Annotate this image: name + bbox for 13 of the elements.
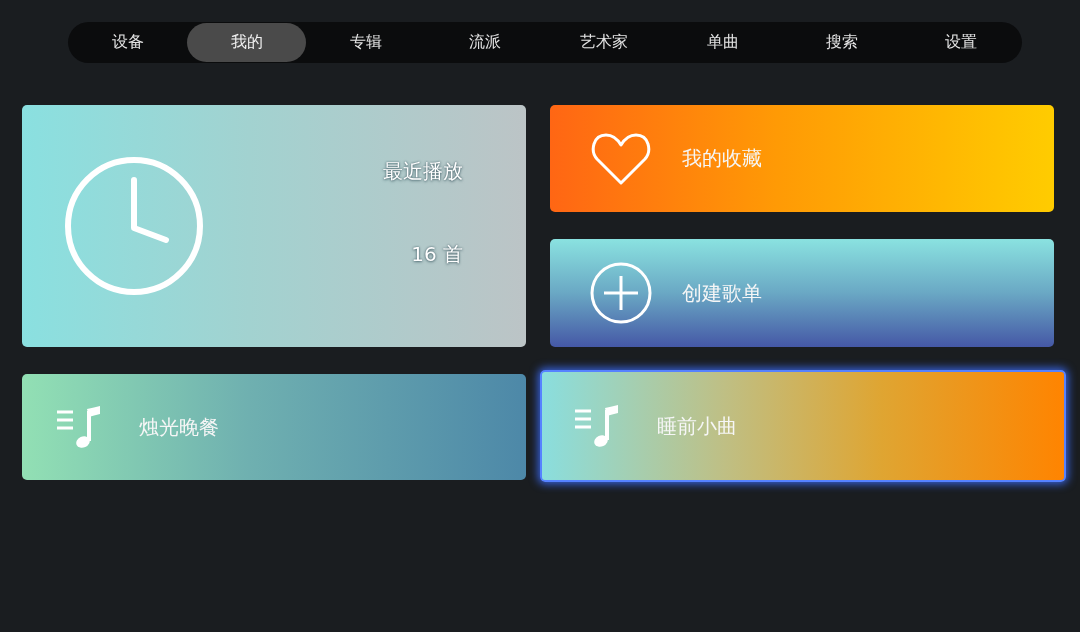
- nav-tab[interactable]: 设置: [901, 23, 1020, 62]
- nav-tab[interactable]: 搜索: [782, 23, 901, 62]
- nav-tab[interactable]: 单曲: [663, 23, 782, 62]
- nav-tab[interactable]: 设备: [68, 23, 187, 62]
- nav-tab[interactable]: 我的: [187, 23, 306, 62]
- nav-tab[interactable]: 艺术家: [544, 23, 663, 62]
- music-list-icon: [573, 404, 619, 448]
- nav-tab[interactable]: 流派: [425, 23, 544, 62]
- music-list-icon: [55, 405, 101, 449]
- plus-circle-icon: [590, 262, 652, 324]
- heart-icon: [590, 131, 652, 186]
- clock-icon: [64, 156, 204, 296]
- nav-tab[interactable]: 专辑: [306, 23, 425, 62]
